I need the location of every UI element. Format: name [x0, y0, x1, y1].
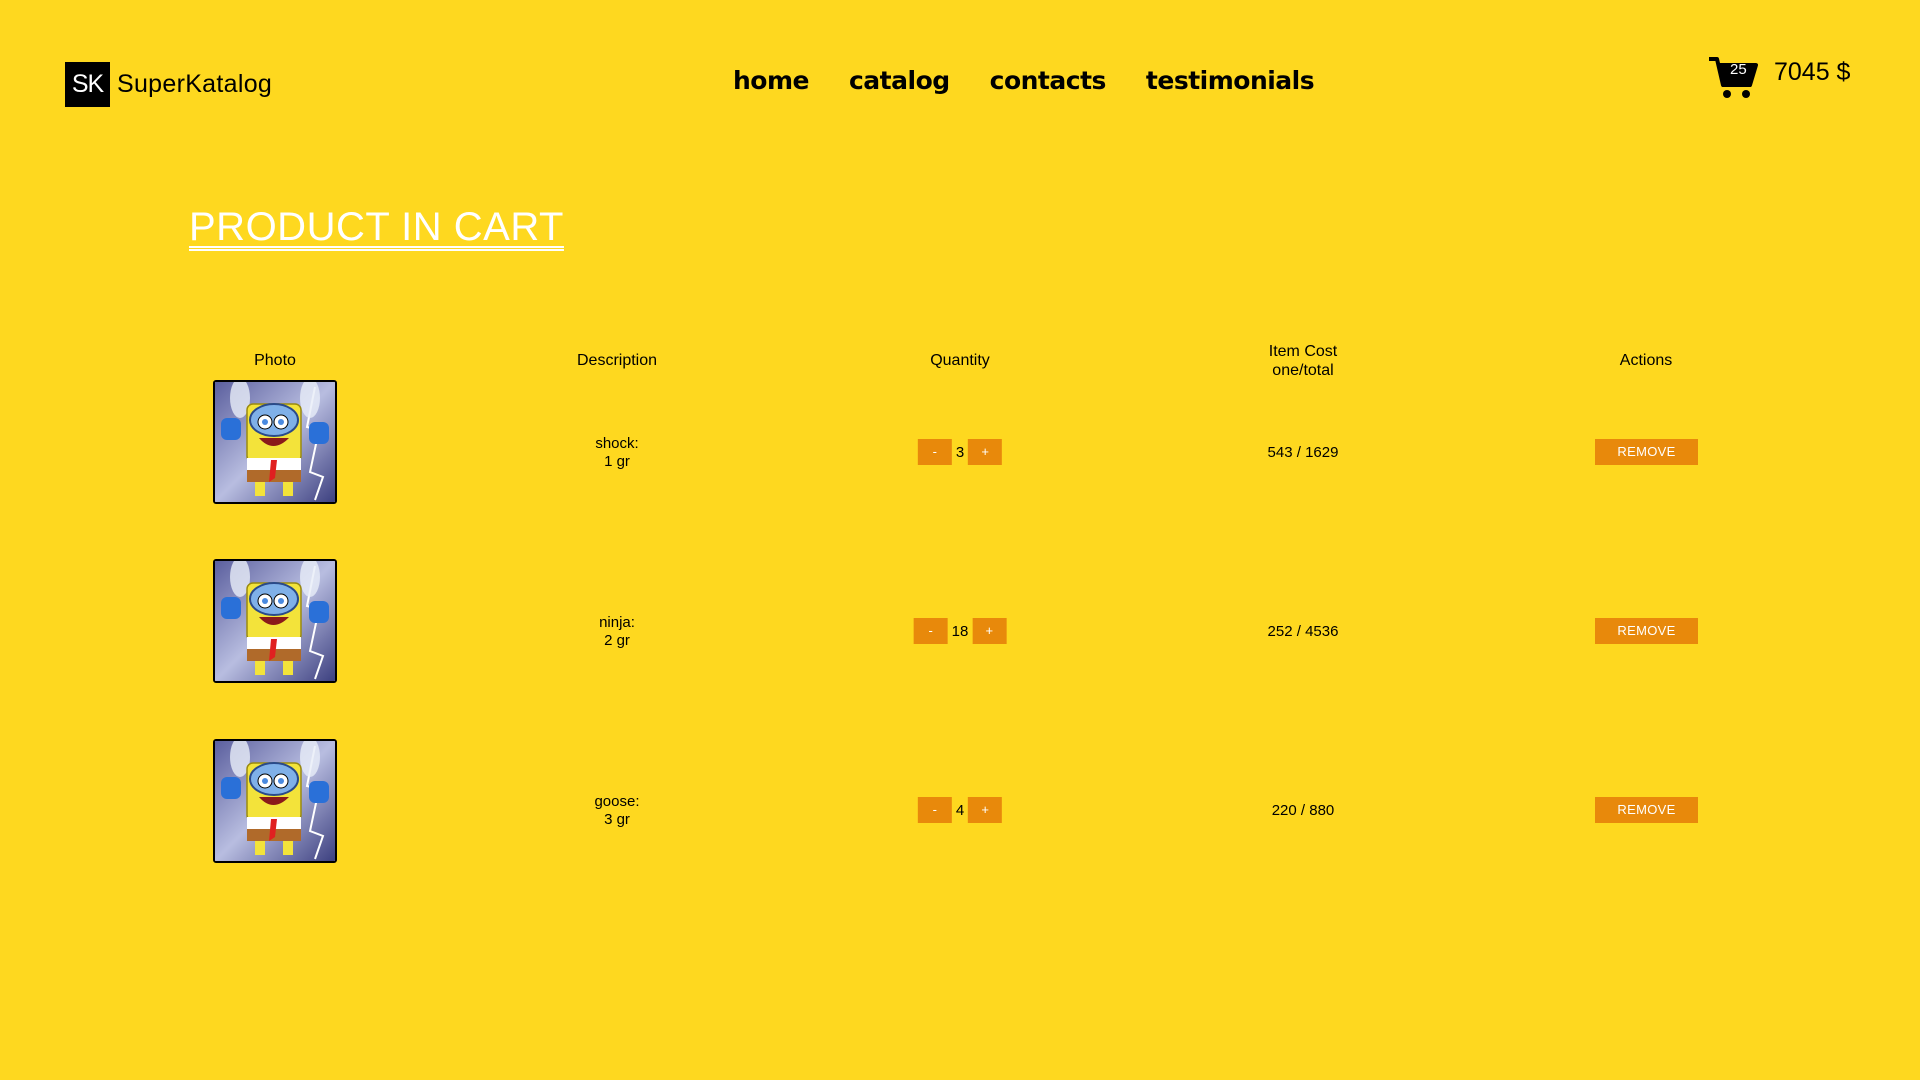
- product-weight: 1 gr: [604, 453, 630, 470]
- product-name: goose:: [594, 793, 640, 810]
- remove-button[interactable]: REMOVE: [1595, 797, 1698, 823]
- logo-text: SuperKatalog: [117, 70, 273, 98]
- cart-button[interactable]: 25: [1708, 55, 1758, 101]
- quantity-stepper: - 18 +: [913, 618, 1007, 644]
- increase-button[interactable]: +: [972, 618, 1007, 644]
- column-header-description: Description: [576, 352, 658, 369]
- decrease-button[interactable]: -: [913, 618, 948, 644]
- quantity-stepper: - 3 +: [917, 439, 1003, 465]
- product-description: shock: 1 gr: [517, 435, 717, 471]
- item-cost: 220 / 880: [1271, 802, 1335, 819]
- decrease-button[interactable]: -: [917, 439, 952, 465]
- increase-button[interactable]: +: [968, 439, 1003, 465]
- item-cost: 543 / 1629: [1267, 444, 1339, 461]
- column-header-photo: Photo: [254, 352, 296, 369]
- increase-button[interactable]: +: [968, 797, 1003, 823]
- nav-home[interactable]: home: [733, 66, 809, 95]
- nav-contacts[interactable]: contacts: [990, 66, 1107, 95]
- column-header-quantity: Quantity: [930, 352, 990, 369]
- nav-testimonials[interactable]: testimonials: [1146, 66, 1315, 95]
- column-header-item-cost-line2: one/total: [1272, 362, 1334, 379]
- product-description: ninja: 2 gr: [517, 614, 717, 650]
- cart-count-badge: 25: [1730, 61, 1747, 78]
- column-header-actions: Actions: [1619, 352, 1673, 369]
- nav-catalog[interactable]: catalog: [849, 66, 950, 95]
- product-photo: [213, 380, 337, 504]
- remove-button[interactable]: REMOVE: [1595, 439, 1698, 465]
- main-nav: home catalog contacts testimonials: [733, 66, 1315, 95]
- quantity-value: 3: [955, 443, 965, 461]
- logo-mark: SK: [65, 62, 110, 107]
- column-header-item-cost: Item Cost one/total: [1203, 342, 1403, 380]
- product-description: goose: 3 gr: [517, 793, 717, 829]
- logo[interactable]: SK SuperKatalog: [65, 62, 272, 107]
- page-title: PRODUCT IN CART: [189, 205, 564, 249]
- item-cost: 252 / 4536: [1267, 623, 1339, 640]
- quantity-value: 4: [955, 801, 965, 819]
- product-name: shock:: [595, 435, 639, 452]
- product-weight: 2 gr: [604, 632, 630, 649]
- product-photo: [213, 739, 337, 863]
- quantity-value: 18: [951, 622, 969, 640]
- column-header-item-cost-line1: Item Cost: [1268, 343, 1338, 360]
- remove-button[interactable]: REMOVE: [1595, 618, 1698, 644]
- cart-total: 7045 $: [1774, 58, 1851, 86]
- quantity-stepper: - 4 +: [917, 797, 1003, 823]
- product-weight: 3 gr: [604, 811, 630, 828]
- decrease-button[interactable]: -: [917, 797, 952, 823]
- product-name: ninja:: [599, 614, 635, 631]
- product-photo: [213, 559, 337, 683]
